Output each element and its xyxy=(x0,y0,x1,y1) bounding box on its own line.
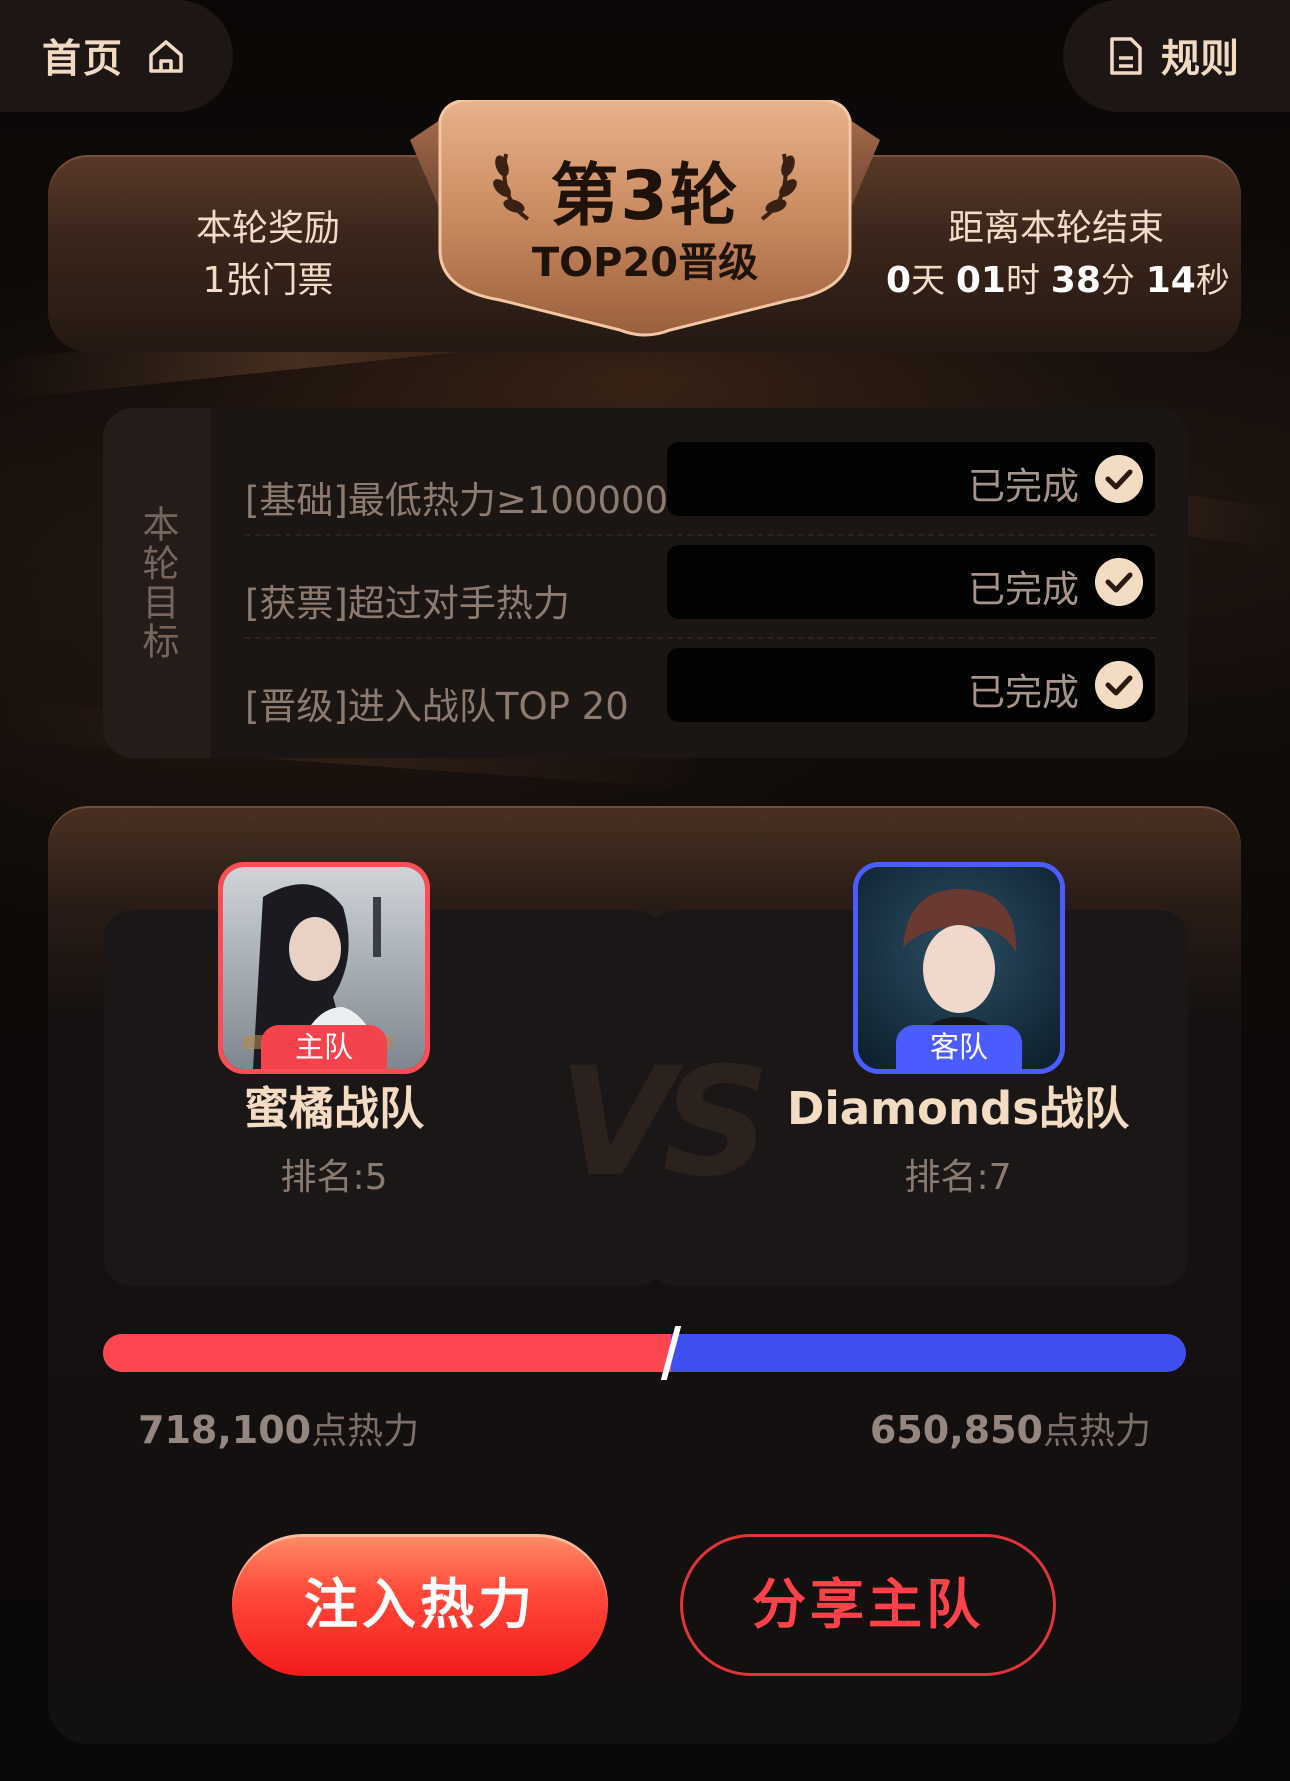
rules-button[interactable]: 规则 xyxy=(1063,0,1290,112)
away-heat: 650,850点热力 xyxy=(870,1402,1151,1454)
home-button[interactable]: 首页 xyxy=(0,0,233,112)
round-subtitle: TOP20晋级 xyxy=(531,240,759,286)
goal-row: [获票]超过对手热力 已完成 xyxy=(245,545,1155,648)
reward-label: 本轮奖励 xyxy=(195,208,340,249)
check-icon xyxy=(1095,558,1143,606)
away-team-rank: 排名:7 xyxy=(904,1157,1012,1198)
goal-status-box: 已完成 xyxy=(667,648,1155,722)
goal-row: [基础]最低热力≥100000 已完成 xyxy=(245,442,1155,545)
goals-panel: 本轮目标 [基础]最低热力≥100000 已完成 [获票]超过对手热力 已完成 … xyxy=(103,408,1188,758)
countdown-days: 0 xyxy=(886,260,912,301)
goal-status: 已完成 xyxy=(968,671,1079,714)
goal-divider xyxy=(245,637,1155,639)
goal-status-box: 已完成 xyxy=(667,442,1155,516)
countdown-timer: 0天 01时 38分 14秒 xyxy=(886,255,1230,307)
document-icon xyxy=(1110,37,1142,75)
heat-progress-bar xyxy=(103,1334,1186,1372)
countdown-hours: 01 xyxy=(955,260,1006,301)
goals-side: 本轮目标 xyxy=(103,408,211,758)
away-tag: 客队 xyxy=(896,1025,1022,1069)
goal-divider xyxy=(245,534,1155,536)
away-team-avatar[interactable]: 客队 xyxy=(853,862,1065,1074)
countdown-seconds-unit: 秒 xyxy=(1195,261,1230,301)
home-label: 首页 xyxy=(42,37,125,82)
home-heat-unit: 点热力 xyxy=(311,1411,420,1452)
countdown-hours-unit: 时 xyxy=(1005,261,1040,301)
countdown-minutes-unit: 分 xyxy=(1100,261,1135,301)
inject-heat-button[interactable]: 注入热力 xyxy=(232,1534,608,1676)
reward-value: 1张门票 xyxy=(202,260,334,301)
reward-info: 本轮奖励 1张门票 xyxy=(158,203,378,307)
home-heat-value: 718,100 xyxy=(138,1408,312,1452)
goal-label: [晋级]进入战队TOP 20 xyxy=(245,685,629,728)
countdown-seconds: 14 xyxy=(1145,260,1196,301)
goal-status: 已完成 xyxy=(968,568,1079,611)
goal-status: 已完成 xyxy=(968,465,1079,508)
home-team-avatar[interactable]: 主队 xyxy=(218,862,430,1074)
check-icon xyxy=(1095,661,1143,709)
home-team-rank: 排名:5 xyxy=(280,1157,388,1198)
check-icon xyxy=(1095,455,1143,503)
home-icon xyxy=(149,40,183,73)
home-heat-fill xyxy=(103,1334,671,1372)
away-heat-value: 650,850 xyxy=(869,1408,1043,1452)
goal-status-box: 已完成 xyxy=(667,545,1155,619)
goal-row: [晋级]进入战队TOP 20 已完成 xyxy=(245,648,1155,751)
rules-label: 规则 xyxy=(1161,37,1240,82)
battle-card: VS 主队 蜜橘战队 排名:5 客队 Diamonds战队 排名:7 718,1… xyxy=(48,806,1241,1744)
round-badge: 第3轮 TOP20晋级 xyxy=(410,100,880,345)
away-team-name: Diamonds战队 xyxy=(787,1082,1129,1135)
round-title: 第3轮 xyxy=(550,157,740,236)
home-heat: 718,100点热力 xyxy=(138,1402,419,1454)
goals-side-label: 本轮目标 xyxy=(136,505,179,661)
away-heat-unit: 点热力 xyxy=(1042,1411,1151,1452)
countdown-label: 距离本轮结束 xyxy=(947,208,1164,249)
goal-label: [获票]超过对手热力 xyxy=(245,582,570,625)
share-home-team-button[interactable]: 分享主队 xyxy=(680,1534,1056,1676)
home-team-name: 蜜橘战队 xyxy=(243,1082,424,1135)
countdown-minutes: 38 xyxy=(1050,260,1101,301)
goal-label: [基础]最低热力≥100000 xyxy=(245,479,669,522)
countdown-days-unit: 天 xyxy=(911,261,946,301)
home-tag: 主队 xyxy=(261,1025,387,1069)
countdown-info: 距离本轮结束 0天 01时 38分 14秒 xyxy=(886,203,1230,307)
